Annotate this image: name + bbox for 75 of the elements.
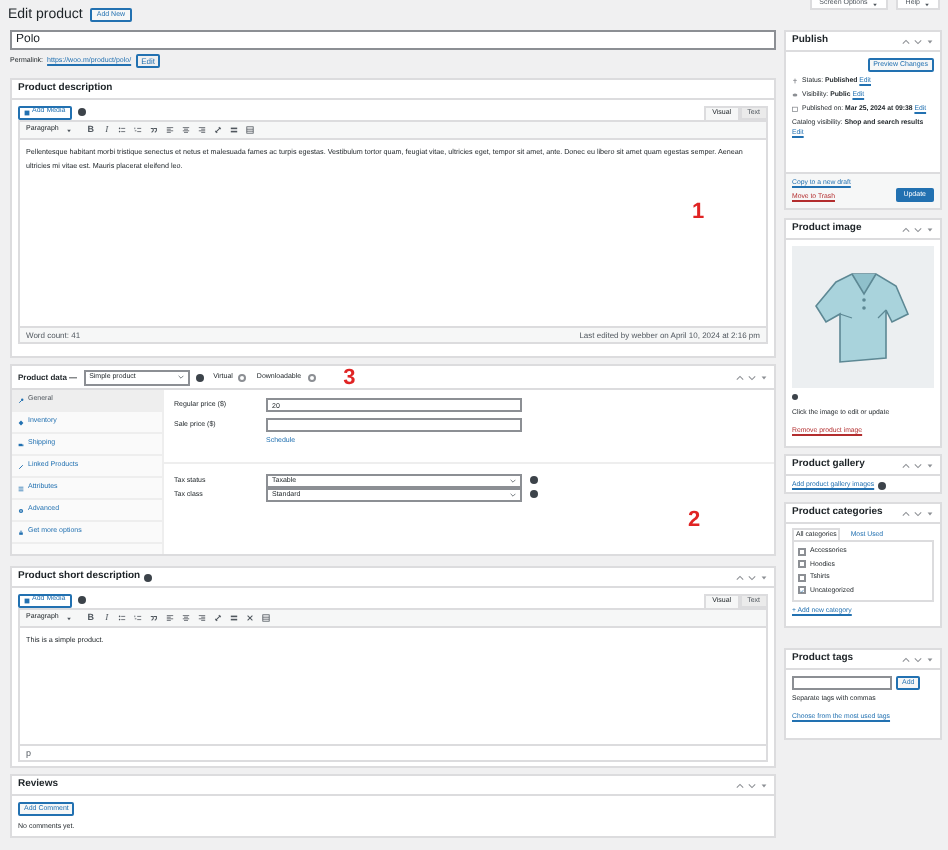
chevron-up-icon[interactable]: [736, 573, 744, 581]
quote-icon[interactable]: [150, 614, 159, 622]
checkbox[interactable]: [798, 547, 806, 556]
chevron-up-icon[interactable]: [736, 781, 744, 789]
numbered-list-icon[interactable]: [134, 126, 143, 134]
numbered-list-icon[interactable]: [134, 614, 143, 622]
chevron-down-icon[interactable]: [748, 781, 756, 789]
caret-down-icon: [66, 127, 73, 133]
caret-down-icon[interactable]: [926, 655, 934, 663]
help-icon: [77, 108, 86, 116]
tag-field[interactable]: [792, 676, 892, 690]
caret-down-icon: [924, 1, 930, 7]
caret-down-icon[interactable]: [926, 509, 934, 517]
chevron-down-icon: [177, 374, 184, 380]
chevron-down-icon[interactable]: [914, 509, 922, 517]
annotation-number: 1: [692, 198, 705, 228]
chevron-down-icon[interactable]: [748, 373, 756, 381]
caret-down-icon[interactable]: [760, 373, 768, 381]
gear-icon: [18, 507, 24, 513]
checkbox[interactable]: [307, 373, 316, 381]
wrench-icon: [18, 397, 24, 403]
media-icon: [24, 109, 30, 115]
chevron-down-icon[interactable]: [914, 37, 922, 45]
chevron-down-icon[interactable]: [748, 573, 756, 581]
pin-icon: [792, 78, 798, 84]
calendar-icon: [792, 106, 798, 112]
caret-down-icon[interactable]: [926, 225, 934, 233]
link-icon[interactable]: [214, 126, 223, 134]
checkbox[interactable]: [798, 573, 806, 582]
list-icon: [18, 485, 24, 491]
bulleted-list-icon[interactable]: [118, 126, 127, 134]
eye-icon: [792, 92, 798, 98]
chevron-up-icon[interactable]: [902, 461, 910, 469]
plug-icon: [18, 529, 24, 535]
help-icon: [878, 481, 887, 490]
help-icon: [195, 373, 204, 381]
caret-down-icon[interactable]: [926, 37, 934, 45]
chevron-down-icon[interactable]: [914, 655, 922, 663]
bulleted-list-icon[interactable]: [118, 614, 127, 622]
toolbar-toggle-icon[interactable]: [262, 614, 271, 622]
align-right-icon[interactable]: [198, 614, 207, 622]
read-more-icon[interactable]: [230, 126, 239, 134]
chevron-down-icon[interactable]: [914, 461, 922, 469]
checkbox[interactable]: [238, 373, 247, 381]
price-field[interactable]: [266, 418, 522, 432]
align-left-icon[interactable]: [166, 614, 175, 622]
align-left-icon[interactable]: [166, 126, 175, 134]
caret-down-icon: [66, 615, 73, 621]
chevron-up-icon[interactable]: [902, 655, 910, 663]
read-more-icon[interactable]: [230, 614, 239, 622]
caret-down-icon[interactable]: [926, 461, 934, 469]
help-icon: [77, 596, 86, 604]
annotation-number: 2: [688, 506, 701, 536]
chevron-up-icon[interactable]: [736, 373, 744, 381]
close-icon[interactable]: [246, 614, 255, 622]
caret-down-icon: [871, 1, 878, 7]
quote-icon[interactable]: [150, 126, 159, 134]
annotation-number: 3: [343, 367, 356, 387]
link-icon[interactable]: [214, 614, 223, 622]
align-right-icon[interactable]: [198, 126, 207, 134]
help-icon: [792, 394, 798, 400]
caret-down-icon[interactable]: [760, 781, 768, 789]
help-icon: [144, 573, 153, 581]
media-icon: [24, 597, 30, 603]
align-center-icon[interactable]: [182, 126, 191, 134]
chevron-up-icon[interactable]: [902, 37, 910, 45]
chevron-down-icon[interactable]: [914, 225, 922, 233]
chevron-up-icon[interactable]: [902, 509, 910, 517]
checkbox[interactable]: [798, 560, 806, 569]
diamond-icon: [18, 419, 24, 425]
chevron-up-icon[interactable]: [902, 225, 910, 233]
caret-down-icon[interactable]: [760, 573, 768, 581]
checkbox[interactable]: [798, 586, 806, 595]
align-center-icon[interactable]: [182, 614, 191, 622]
toolbar-toggle-icon[interactable]: [246, 126, 255, 134]
